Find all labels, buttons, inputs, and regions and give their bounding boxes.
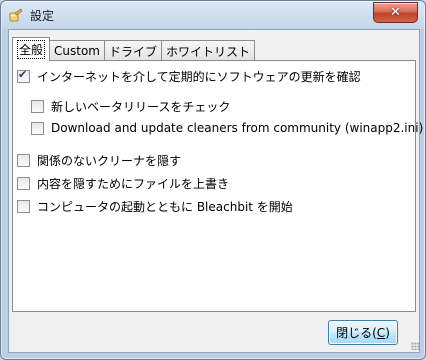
download-cleaners-checkbox[interactable] (31, 121, 44, 135)
tab-custom[interactable]: Custom (49, 40, 105, 61)
option-download-cleaners[interactable]: Download and update cleaners from commun… (31, 121, 423, 135)
autostart-label: コンピュータの起動とともに Bleachbit を開始 (37, 200, 293, 214)
tab-general[interactable]: 全般 (12, 37, 51, 61)
autostart-checkbox[interactable] (17, 200, 30, 213)
close-button-suffix: ) (385, 325, 390, 340)
tab-bar: 全般 Custom ドライブ ホワイトリスト (12, 37, 256, 61)
option-overwrite[interactable]: 内容を隠すためにファイルを上書き (17, 175, 229, 192)
settings-window: 設定 ✕ 全般 Custom ドライブ ホワイトリスト インターネットを介して定… (0, 0, 426, 360)
check-beta-label: 新しいベータリリースをチェック (51, 100, 231, 114)
dialog-client-area: 全般 Custom ドライブ ホワイトリスト インターネットを介して定期的にソフ… (8, 29, 423, 353)
tab-general-label: 全般 (17, 40, 46, 59)
download-cleaners-label: Download and update cleaners from commun… (51, 121, 424, 135)
overwrite-label: 内容を隠すためにファイルを上書き (37, 177, 230, 191)
option-check-update[interactable]: インターネットを介して定期的にソフトウェアの更新を確認 (17, 68, 361, 85)
option-check-beta[interactable]: 新しいベータリリースをチェック (31, 98, 230, 115)
close-button-mnemonic: C (376, 325, 386, 340)
overwrite-checkbox[interactable] (17, 177, 30, 190)
bleachbit-app-icon (9, 8, 23, 22)
close-button[interactable]: 閉じる(C) (328, 320, 398, 345)
hide-irrelevant-label: 関係のないクリーナを隠す (37, 154, 182, 168)
tab-whitelist-label: ホワイトリスト (166, 44, 251, 59)
tab-whitelist[interactable]: ホワイトリスト (161, 40, 256, 61)
close-button-prefix: 閉じる( (336, 326, 377, 340)
tab-drives-label: ドライブ (109, 44, 158, 59)
tab-drives[interactable]: ドライブ (104, 40, 163, 61)
hide-irrelevant-checkbox[interactable] (17, 154, 30, 167)
option-autostart[interactable]: コンピュータの起動とともに Bleachbit を開始 (17, 198, 293, 215)
window-title: 設定 (30, 9, 55, 23)
option-hide-irrelevant[interactable]: 関係のないクリーナを隠す (17, 152, 181, 169)
window-close-button[interactable]: ✕ (373, 2, 418, 23)
resize-grip[interactable] (411, 342, 419, 350)
check-beta-checkbox[interactable] (31, 100, 44, 113)
general-tab-panel: インターネットを介して定期的にソフトウェアの更新を確認 新しいベータリリースをチ… (12, 60, 423, 312)
check-update-checkbox[interactable] (17, 68, 30, 83)
tab-custom-label: Custom (54, 44, 100, 58)
close-icon: ✕ (390, 5, 401, 20)
title-bar[interactable]: 設定 ✕ (1, 1, 425, 28)
check-update-label: インターネットを介して定期的にソフトウェアの更新を確認 (37, 70, 361, 84)
